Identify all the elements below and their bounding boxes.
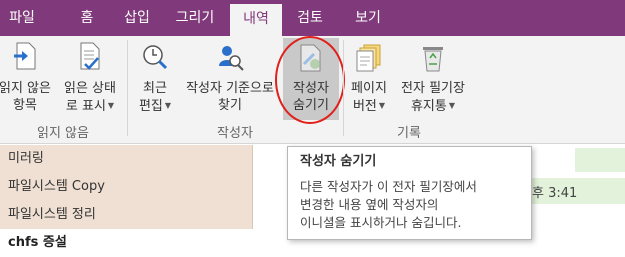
- chevron-down-icon: ▼: [378, 101, 386, 110]
- mark-as-read-button[interactable]: 읽은 상태 로 표시 ▼: [58, 40, 122, 115]
- page-item[interactable]: 파일시스템 Copy: [0, 173, 253, 201]
- page-item[interactable]: 미러링: [0, 145, 253, 173]
- tooltip-title: 작성자 숨기기: [300, 154, 377, 169]
- tab-home[interactable]: 홈: [62, 0, 112, 36]
- group-label-unread: 읽지 않음: [37, 126, 89, 141]
- clock-search-icon: [143, 45, 168, 70]
- mark-read-icon: [80, 42, 100, 70]
- tab-history[interactable]: 내역: [230, 4, 282, 36]
- page-versions-icon: [356, 44, 381, 72]
- page-item[interactable]: 파일시스템 정리: [0, 201, 253, 229]
- page-list: 미러링 파일시스템 Copy 파일시스템 정리 chfs 증설: [0, 145, 253, 257]
- chevron-down-icon: ▼: [164, 101, 172, 110]
- chevron-down-icon: ▼: [107, 101, 115, 110]
- group-label-versions: 기록: [397, 126, 421, 141]
- recycle-bin-icon: [423, 47, 443, 72]
- highlight-ring: [275, 36, 345, 124]
- group-label-authors: 작성자: [217, 126, 253, 141]
- edit-timestamp: 후 3:41: [532, 186, 578, 201]
- next-unread-button[interactable]: 읽지 않은 항목: [0, 40, 58, 114]
- ribbon-tab-bar: 파일 홈 삽입 그리기 내역 검토 보기: [0, 0, 625, 36]
- person-search-icon: [219, 46, 244, 71]
- page-item-selected[interactable]: chfs 증설: [0, 229, 253, 257]
- page-versions-button[interactable]: 페이지 버전 ▼: [346, 40, 392, 115]
- ribbon: 읽지 않은 항목 읽은 상태 로 표시 ▼ 읽지 않음 최근 편집 ▼ 작성자 기준…: [0, 36, 625, 144]
- chevron-down-icon: ▼: [448, 101, 456, 110]
- tab-insert[interactable]: 삽입: [112, 0, 162, 36]
- hide-authors-tooltip: 작성자 숨기기 다른 작성자가 이 전자 필기장에서 변경한 내용 옆에 작성자…: [287, 146, 532, 240]
- recent-edits-button[interactable]: 최근 편집 ▼: [134, 40, 176, 115]
- tab-draw[interactable]: 그리기: [162, 0, 228, 36]
- notebook-recycle-bin-button[interactable]: 전자 필기장 휴지통 ▼: [392, 40, 474, 115]
- next-unread-icon: [14, 42, 36, 70]
- tab-view[interactable]: 보기: [340, 0, 396, 36]
- tab-review[interactable]: 검토: [284, 0, 336, 36]
- tab-file[interactable]: 파일: [0, 0, 44, 36]
- tooltip-description: 다른 작성자가 이 전자 필기장에서 변경한 내용 옆에 작성자의 이니셜을 표…: [300, 179, 477, 230]
- author-change-highlight: [575, 148, 625, 172]
- find-by-author-button[interactable]: 작성자 기준으로 찾기: [178, 40, 282, 114]
